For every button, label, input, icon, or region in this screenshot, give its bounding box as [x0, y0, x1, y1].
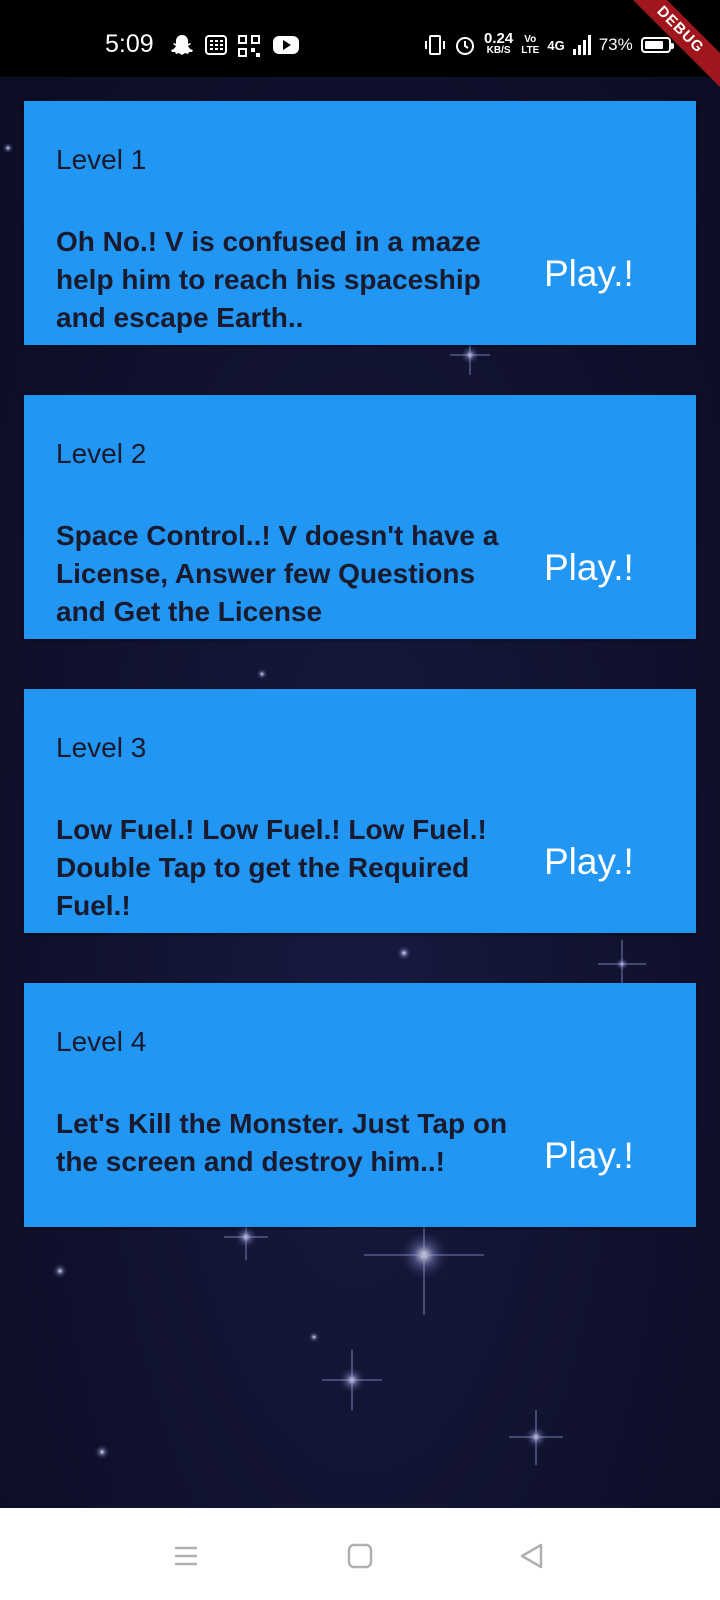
network-type: 4G [547, 37, 565, 53]
battery-icon [640, 37, 674, 53]
level-description: Oh No.! V is confused in a maze help him… [56, 226, 481, 333]
level-card-1[interactable]: Level 1 Oh No.! V is confused in a maze … [24, 101, 696, 345]
battery-percent: 73% [598, 35, 633, 54]
play-button[interactable]: Play.! [544, 841, 634, 883]
level-title: Level 4 [56, 1026, 147, 1057]
menu-button[interactable] [168, 1538, 204, 1574]
volte-bottom: LTE [521, 45, 540, 56]
signal-icon [572, 35, 591, 55]
youtube-icon [273, 36, 299, 54]
level-card-4[interactable]: Level 4 Let's Kill the Monster. Just Tap… [24, 983, 696, 1227]
alarm-icon [456, 37, 474, 55]
calculator-icon [205, 35, 227, 55]
level-description: Let's Kill the Monster. Just Tap on the … [56, 1108, 508, 1177]
volte-top: Vo [524, 34, 537, 45]
level-description: Space Control..! V doesn't have a Licens… [56, 520, 499, 627]
play-button[interactable]: Play.! [544, 1135, 634, 1177]
volte-indicator: Vo LTE [521, 34, 539, 56]
home-icon [347, 1543, 373, 1569]
status-bar: 5:09 0.24 KB/S Vo LTE 4G 73% [0, 0, 720, 77]
level-title: Level 1 [56, 144, 147, 175]
qr-scan-icon [238, 35, 260, 57]
net-speed-value: 0.24 [484, 30, 514, 47]
home-button[interactable] [342, 1538, 378, 1574]
net-speed-unit: KB/S [486, 45, 511, 56]
back-button[interactable] [514, 1538, 550, 1574]
level-card-3[interactable]: Level 3 Low Fuel.! Low Fuel.! Low Fuel.!… [24, 689, 696, 933]
back-icon [520, 1543, 543, 1569]
app-screen: 5:09 0.24 KB/S Vo LTE 4G 73% DEBUG Level… [0, 0, 720, 1600]
level-card-2[interactable]: Level 2 Space Control..! V doesn't have … [24, 395, 696, 639]
play-button[interactable]: Play.! [544, 253, 634, 295]
vibrate-icon [425, 35, 445, 55]
snapchat-icon [171, 35, 193, 55]
status-time: 5:09 [105, 30, 154, 58]
level-description: Low Fuel.! Low Fuel.! Low Fuel.! Double … [56, 814, 487, 921]
play-button[interactable]: Play.! [544, 547, 634, 589]
menu-icon [175, 1546, 197, 1566]
level-title: Level 2 [56, 438, 147, 469]
level-title: Level 3 [56, 732, 147, 763]
system-nav-bar [0, 1508, 720, 1600]
status-right-group: 0.24 KB/S Vo LTE 4G 73% [424, 30, 674, 60]
net-speed: 0.24 KB/S [484, 30, 514, 57]
